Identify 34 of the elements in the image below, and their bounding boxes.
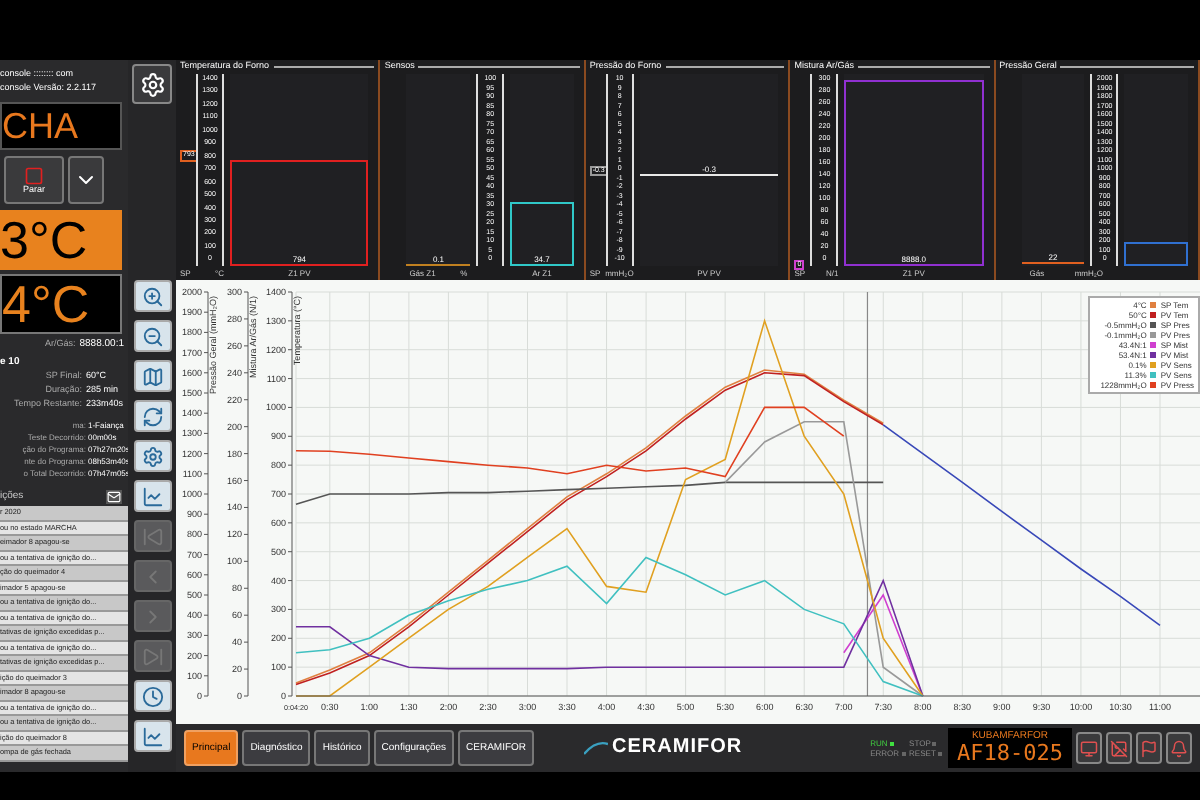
refresh-icon	[141, 405, 163, 427]
settings-button[interactable]	[132, 64, 172, 104]
toolbar-button[interactable]	[133, 280, 171, 312]
chart-icon	[141, 725, 163, 747]
clock-icon	[141, 685, 163, 707]
toolbar-button[interactable]	[133, 320, 171, 352]
toolbar-button[interactable]	[133, 400, 171, 432]
options-button[interactable]	[68, 156, 104, 204]
settings-icon	[139, 71, 165, 97]
toolbar-button[interactable]	[133, 720, 171, 752]
state-display: CHA	[0, 102, 122, 150]
footer-icon-button[interactable]	[1166, 732, 1192, 764]
zoom-out-icon	[141, 325, 163, 347]
footer-icon-button[interactable]	[1136, 732, 1162, 764]
square-icon	[24, 165, 44, 186]
toolbar-button[interactable]	[133, 680, 171, 712]
monitor-icon	[1080, 739, 1098, 757]
temperature-readout: 4°C	[0, 274, 122, 334]
temperature-readout: 3°C	[0, 210, 122, 270]
chart-icon	[141, 485, 163, 507]
flag-icon	[1140, 739, 1158, 757]
map-icon	[141, 365, 163, 387]
bell-icon	[1170, 739, 1188, 757]
toolbar-button[interactable]	[133, 360, 171, 392]
logo: CERAMIFOR	[584, 738, 743, 758]
settings-icon	[141, 445, 163, 467]
zoom-in-icon	[141, 285, 163, 307]
swoosh-icon	[584, 740, 609, 756]
mail-icon[interactable]	[106, 489, 122, 503]
footer-icon-button[interactable]	[1106, 732, 1132, 764]
toolbar-button[interactable]	[133, 440, 171, 472]
toolbar-button[interactable]	[133, 480, 171, 512]
footer-icon-button[interactable]	[1076, 732, 1102, 764]
image-icon	[1110, 739, 1128, 757]
